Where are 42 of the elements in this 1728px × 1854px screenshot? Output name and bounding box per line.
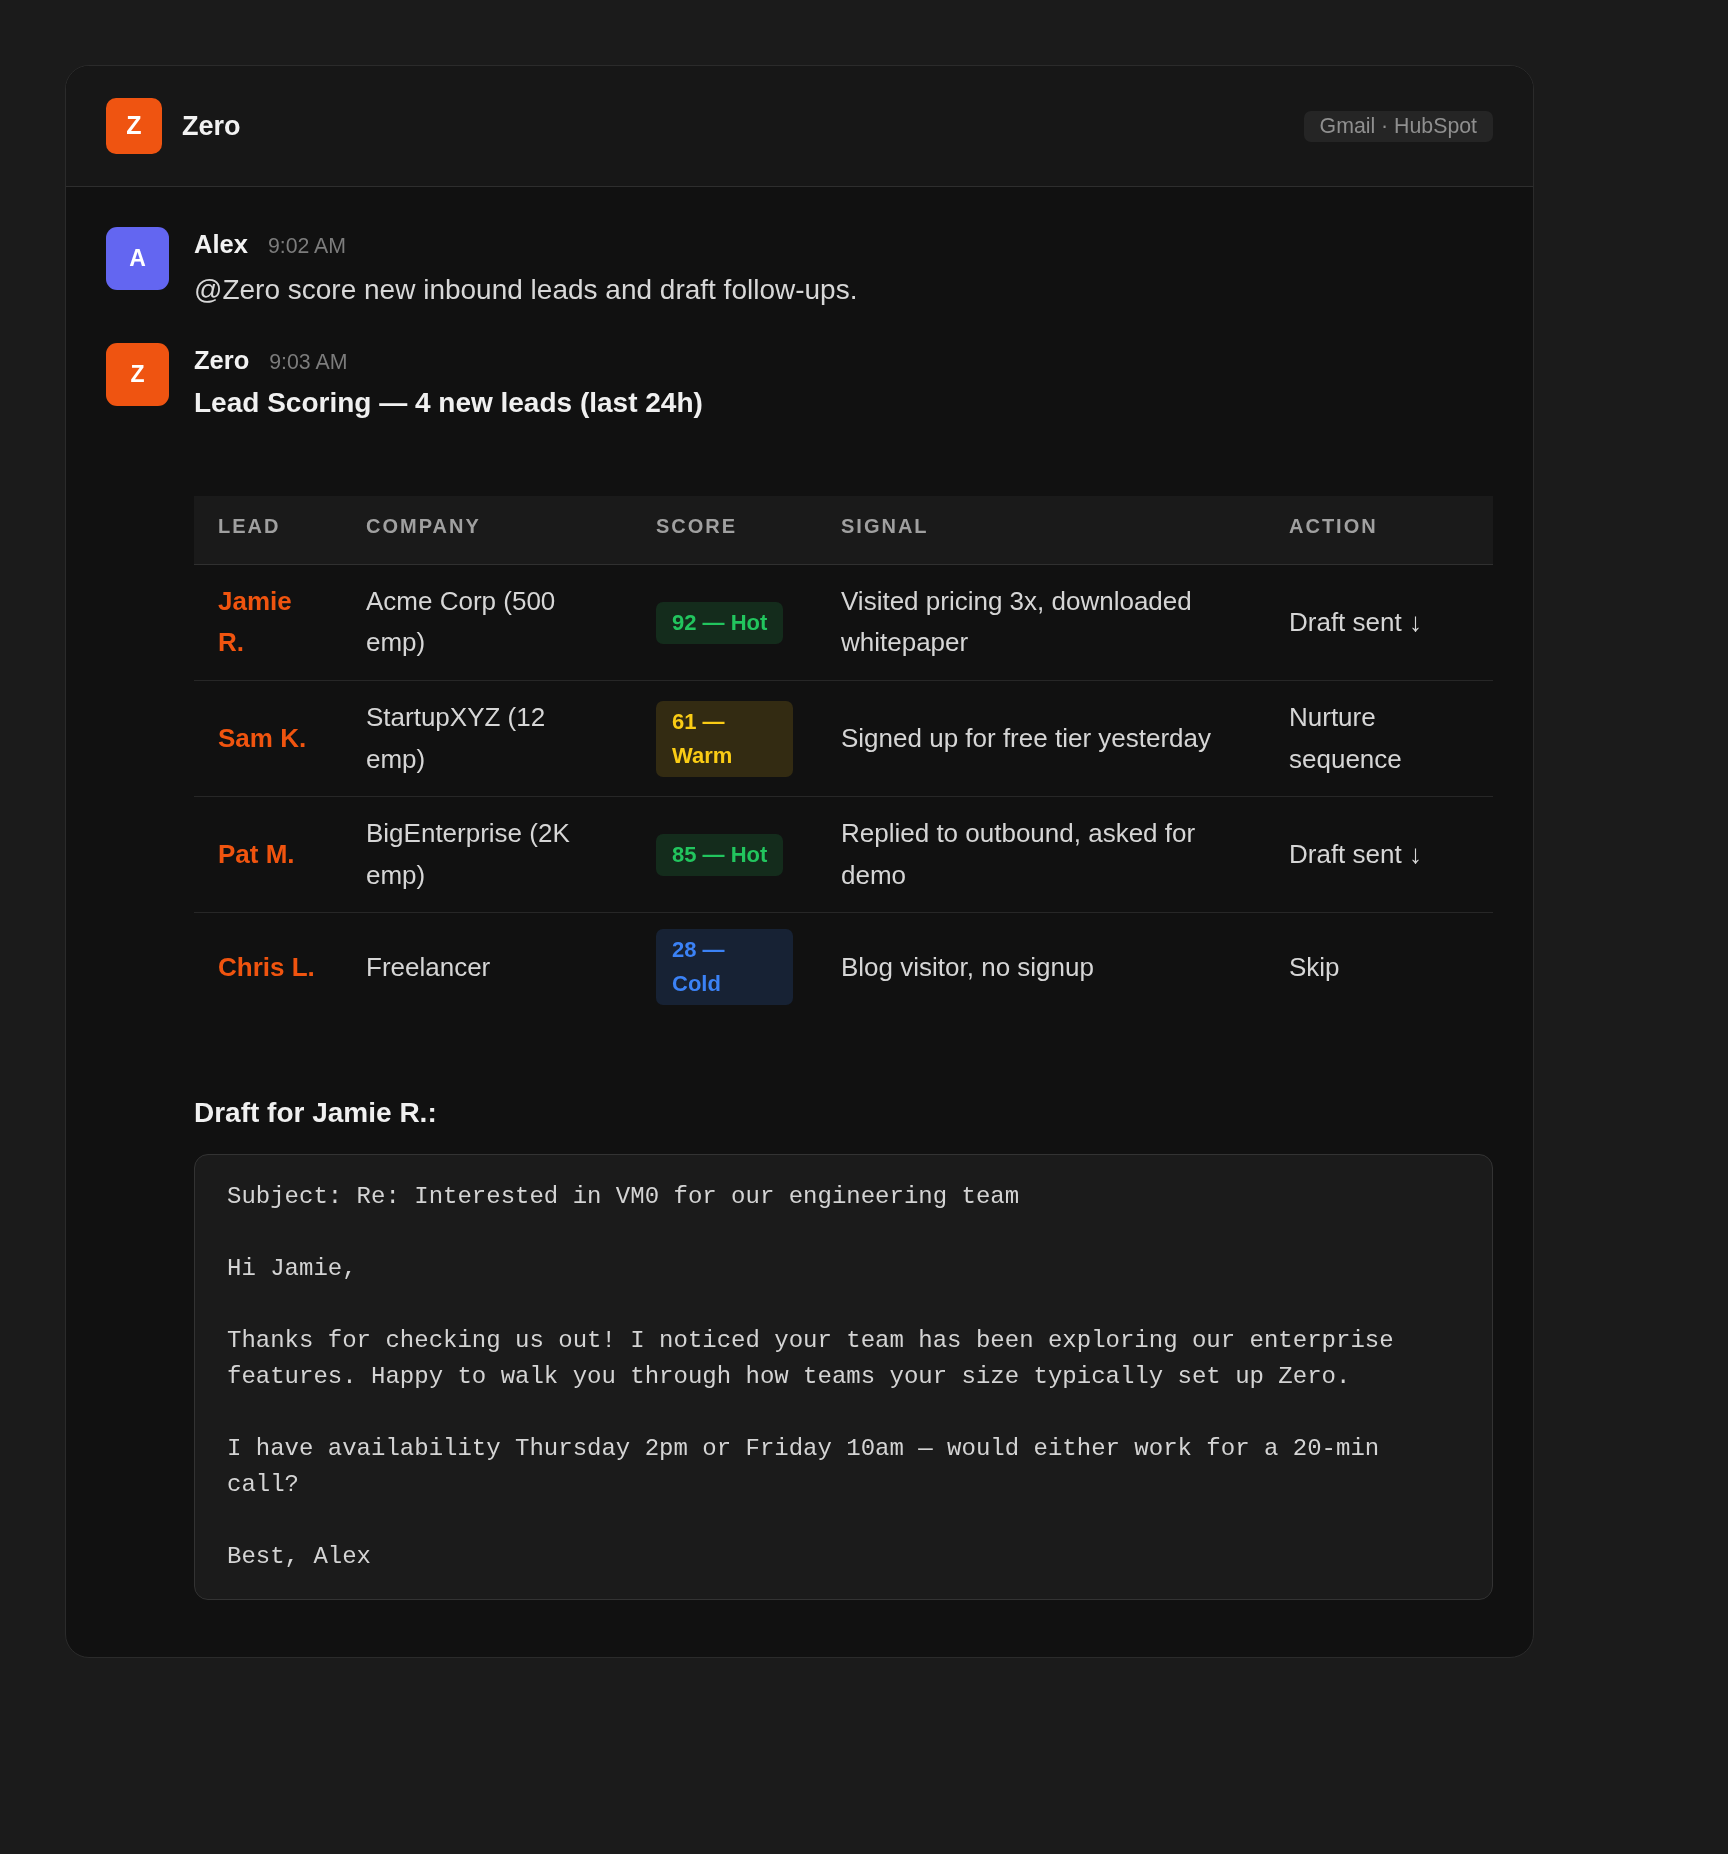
table-cell: Blog visitor, no signup xyxy=(817,912,1265,1022)
draft-heading: Draft for Jamie R.: xyxy=(194,1096,438,1131)
score-tag: 61 — Warm xyxy=(656,700,793,777)
table-cell: StartupXYZ (12 emp) xyxy=(342,680,632,797)
timestamp: 9:02 AM xyxy=(267,233,346,260)
table-cell: Signed up for free tier yesterday xyxy=(817,680,1265,797)
email-paragraph: Thanks for checking us out! I noticed your team has been exploring our enterprise features. Happy to walk you through how teams your size typically set up Zero. xyxy=(227,1326,1395,1393)
author-name: Alex xyxy=(194,229,248,260)
email-paragraph: I have availability Thursday 2pm or Friday 10am — would either work for a 20-min call? xyxy=(227,1434,1381,1501)
table-cell: Replied to outbound, asked for demo xyxy=(817,796,1265,913)
lead-name: Chris L. xyxy=(194,912,342,1022)
lead-name: Sam K. xyxy=(194,680,342,797)
app-title: Zero xyxy=(182,110,241,143)
integrations-tag: Gmail · HubSpot xyxy=(1303,110,1493,142)
avatar: Z xyxy=(106,342,169,406)
email-subject: Subject: Re: Interested in VM0 for our engineering team xyxy=(227,1182,1021,1213)
email-paragraph: Hi Jamie, xyxy=(227,1254,358,1285)
message-text: @Zero score new inbound leads and draft follow-ups. xyxy=(194,272,859,307)
avatar: A xyxy=(106,227,169,290)
table-cell: Acme Corp (500 emp) xyxy=(342,564,632,681)
column-header: ACTION xyxy=(1265,495,1493,565)
score-tag: 85 — Hot xyxy=(656,834,784,877)
lead-name: Pat M. xyxy=(194,796,342,913)
email-paragraph: Best, Alex xyxy=(227,1542,373,1573)
table-cell: Draft sent ↓ xyxy=(1265,796,1493,913)
column-header: COMPANY xyxy=(342,495,632,565)
column-header: SIGNAL xyxy=(817,495,1265,565)
author-name: Zero xyxy=(194,344,250,376)
score-tag: 28 — Cold xyxy=(656,929,793,1006)
timestamp: 9:03 AM xyxy=(269,348,348,376)
lead-name: Jamie R. xyxy=(194,564,342,681)
table-cell: BigEnterprise (2K emp) xyxy=(342,796,632,913)
table-cell: Visited pricing 3x, downloaded whitepaper xyxy=(817,564,1265,681)
column-header: SCORE xyxy=(632,495,817,565)
score-tag: 92 — Hot xyxy=(656,602,784,645)
column-header: LEAD xyxy=(194,495,342,565)
app-logo: Z xyxy=(106,98,162,154)
message-title: Lead Scoring — 4 new leads (last 24h) xyxy=(194,385,704,420)
table-cell: Draft sent ↓ xyxy=(1265,564,1493,681)
table-cell: Skip xyxy=(1265,912,1493,1022)
table-cell: Freelancer xyxy=(342,912,632,1022)
table-cell: Nurture sequence xyxy=(1265,680,1493,797)
